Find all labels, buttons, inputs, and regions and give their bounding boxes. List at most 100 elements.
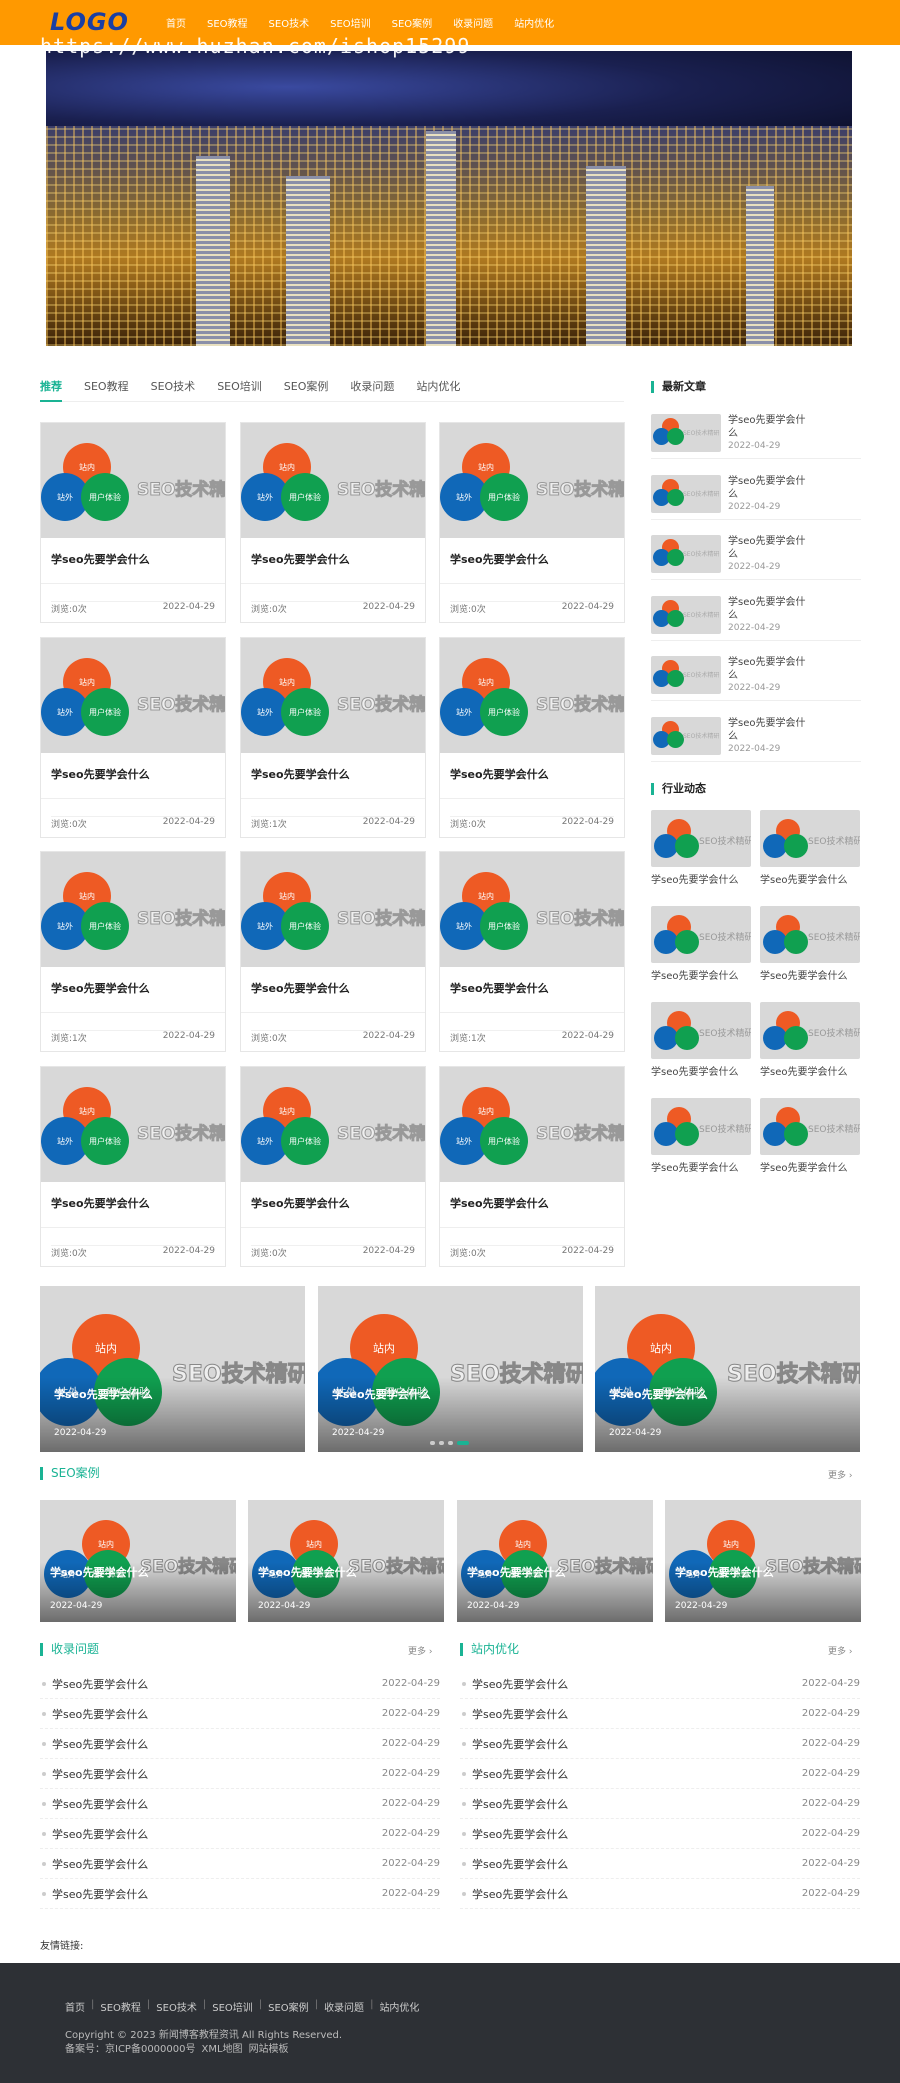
- list-item-title[interactable]: 学seo先要学会什么: [52, 1886, 148, 1902]
- article-title[interactable]: 学seo先要学会什么: [251, 766, 350, 782]
- industry-title[interactable]: 学seo先要学会什么: [651, 1159, 751, 1174]
- latest-item[interactable]: SEO技术精研 学seo先要学会什么 2022-04-29: [651, 412, 861, 459]
- nav-seo-tutorial[interactable]: SEO教程: [207, 15, 248, 30]
- footer-link-seo-cases[interactable]: SEO案例: [268, 1999, 309, 2014]
- tab-indexing[interactable]: 收录问题: [350, 378, 394, 402]
- footer-link-seo-tutorial[interactable]: SEO教程: [100, 1999, 141, 2014]
- latest-title[interactable]: 学seo先要学会什么: [728, 535, 808, 561]
- industry-thumbnail[interactable]: SEO技术精研: [651, 810, 751, 867]
- industry-thumbnail[interactable]: SEO技术精研: [760, 906, 860, 963]
- article-thumbnail[interactable]: 站内站外用户体验SEO技术精研: [241, 1067, 425, 1182]
- tab-recommend[interactable]: 推荐: [40, 378, 62, 402]
- tab-seo-cases[interactable]: SEO案例: [284, 378, 329, 402]
- case-title[interactable]: 学seo先要学会什么: [675, 1564, 774, 1580]
- industry-item[interactable]: SEO技术精研学seo先要学会什么: [760, 1002, 860, 1078]
- list-item[interactable]: 学seo先要学会什么 2022-04-29: [40, 1669, 440, 1699]
- list-item[interactable]: 学seo先要学会什么 2022-04-29: [460, 1879, 860, 1909]
- onsite-more-link[interactable]: 更多 ›: [828, 1644, 852, 1657]
- slide-title[interactable]: 学seo先要学会什么: [609, 1386, 708, 1402]
- list-item-title[interactable]: 学seo先要学会什么: [472, 1766, 568, 1782]
- nav-seo-tech[interactable]: SEO技术: [269, 15, 310, 30]
- article-card[interactable]: 站内站外用户体验SEO技术精研学seo先要学会什么浏览:0次2022-04-29: [439, 1066, 625, 1267]
- industry-item[interactable]: SEO技术精研学seo先要学会什么: [760, 906, 860, 982]
- article-title[interactable]: 学seo先要学会什么: [251, 1195, 350, 1211]
- latest-item[interactable]: SEO技术精研 学seo先要学会什么 2022-04-29: [651, 594, 861, 641]
- latest-title[interactable]: 学seo先要学会什么: [728, 596, 808, 622]
- list-item-title[interactable]: 学seo先要学会什么: [52, 1736, 148, 1752]
- industry-thumbnail[interactable]: SEO技术精研: [651, 1002, 751, 1059]
- footer-link-indexing[interactable]: 收录问题: [324, 1999, 364, 2014]
- article-thumbnail[interactable]: 站内站外用户体验SEO技术精研: [440, 852, 624, 967]
- list-item[interactable]: 学seo先要学会什么 2022-04-29: [40, 1849, 440, 1879]
- industry-title[interactable]: 学seo先要学会什么: [651, 871, 751, 886]
- industry-title[interactable]: 学seo先要学会什么: [760, 967, 860, 982]
- article-card[interactable]: 站内站外用户体验SEO技术精研学seo先要学会什么浏览:0次2022-04-29: [240, 422, 426, 623]
- list-item[interactable]: 学seo先要学会什么 2022-04-29: [40, 1759, 440, 1789]
- article-title[interactable]: 学seo先要学会什么: [51, 551, 150, 567]
- case-card[interactable]: 站内站外用户体验SEO技术精研学seo先要学会什么2022-04-29: [40, 1500, 236, 1622]
- list-item[interactable]: 学seo先要学会什么 2022-04-29: [460, 1669, 860, 1699]
- slide[interactable]: 站内站外用户体验SEO技术精研学seo先要学会什么2022-04-29: [595, 1286, 860, 1452]
- industry-title[interactable]: 学seo先要学会什么: [651, 1063, 751, 1078]
- list-item[interactable]: 学seo先要学会什么 2022-04-29: [460, 1699, 860, 1729]
- list-item-title[interactable]: 学seo先要学会什么: [472, 1826, 568, 1842]
- case-card[interactable]: 站内站外用户体验SEO技术精研学seo先要学会什么2022-04-29: [457, 1500, 653, 1622]
- industry-item[interactable]: SEO技术精研 学seo先要学会什么: [651, 906, 751, 982]
- article-thumbnail[interactable]: 站内站外用户体验SEO技术精研: [241, 638, 425, 753]
- latest-item[interactable]: SEO技术精研 学seo先要学会什么 2022-04-29: [651, 715, 861, 762]
- list-item-title[interactable]: 学seo先要学会什么: [472, 1856, 568, 1872]
- industry-item[interactable]: SEO技术精研学seo先要学会什么: [651, 1002, 751, 1078]
- nav-indexing[interactable]: 收录问题: [453, 15, 493, 30]
- latest-thumbnail[interactable]: SEO技术精研: [651, 716, 721, 755]
- article-title[interactable]: 学seo先要学会什么: [51, 766, 150, 782]
- list-item[interactable]: 学seo先要学会什么 2022-04-29: [460, 1819, 860, 1849]
- article-thumbnail[interactable]: 站内站外用户体验SEO技术精研: [41, 1067, 225, 1182]
- list-item-title[interactable]: 学seo先要学会什么: [472, 1676, 568, 1692]
- industry-item[interactable]: SEO技术精研学seo先要学会什么: [651, 1098, 751, 1174]
- list-item[interactable]: 学seo先要学会什么 2022-04-29: [460, 1759, 860, 1789]
- list-item[interactable]: 学seo先要学会什么 2022-04-29: [40, 1789, 440, 1819]
- article-card[interactable]: 站内站外用户体验SEO技术精研学seo先要学会什么浏览:0次2022-04-29: [240, 851, 426, 1052]
- list-item-title[interactable]: 学seo先要学会什么: [52, 1826, 148, 1842]
- article-card[interactable]: 站内站外用户体验SEO技术精研学seo先要学会什么浏览:1次2022-04-29: [439, 851, 625, 1052]
- slider-dot-active[interactable]: [457, 1441, 469, 1445]
- article-title[interactable]: 学seo先要学会什么: [450, 551, 549, 567]
- industry-thumbnail[interactable]: SEO技术精研: [651, 1098, 751, 1155]
- industry-thumbnail[interactable]: SEO技术精研: [760, 810, 860, 867]
- article-title[interactable]: 学seo先要学会什么: [251, 551, 350, 567]
- article-thumbnail[interactable]: 站内站外用户体验SEO技术精研: [41, 423, 225, 538]
- list-item-title[interactable]: 学seo先要学会什么: [52, 1796, 148, 1812]
- article-thumbnail[interactable]: 站内站外用户体验SEO技术精研: [241, 423, 425, 538]
- hero-banner[interactable]: [46, 51, 852, 346]
- article-title[interactable]: 学seo先要学会什么: [450, 980, 549, 996]
- latest-thumbnail[interactable]: SEO技术精研: [651, 595, 721, 634]
- latest-item[interactable]: SEO技术精研 学seo先要学会什么 2022-04-29: [651, 473, 861, 520]
- case-title[interactable]: 学seo先要学会什么: [258, 1564, 357, 1580]
- article-card[interactable]: 站内站外用户体验SEO技术精研学seo先要学会什么浏览:0次2022-04-29: [40, 637, 226, 838]
- industry-title[interactable]: 学seo先要学会什么: [760, 1159, 860, 1174]
- list-item-title[interactable]: 学seo先要学会什么: [52, 1706, 148, 1722]
- list-item[interactable]: 学seo先要学会什么 2022-04-29: [40, 1819, 440, 1849]
- article-title[interactable]: 学seo先要学会什么: [251, 980, 350, 996]
- latest-title[interactable]: 学seo先要学会什么: [728, 717, 808, 743]
- industry-thumbnail[interactable]: SEO技术精研: [760, 1002, 860, 1059]
- industry-thumbnail[interactable]: SEO技术精研: [651, 906, 751, 963]
- slide[interactable]: 站内站外用户体验SEO技术精研学seo先要学会什么2022-04-29: [318, 1286, 583, 1452]
- article-card[interactable]: 站内站外用户体验SEO技术精研学seo先要学会什么浏览:1次2022-04-29: [240, 637, 426, 838]
- list-item-title[interactable]: 学seo先要学会什么: [472, 1796, 568, 1812]
- slider-dot[interactable]: [430, 1441, 435, 1445]
- tab-onsite[interactable]: 站内优化: [416, 378, 460, 402]
- article-card[interactable]: 站内站外用户体验SEO技术精研学seo先要学会什么浏览:0次2022-04-29: [439, 422, 625, 623]
- industry-item[interactable]: SEO技术精研学seo先要学会什么: [651, 810, 751, 886]
- list-item[interactable]: 学seo先要学会什么 2022-04-29: [40, 1729, 440, 1759]
- list-item[interactable]: 学seo先要学会什么 2022-04-29: [460, 1789, 860, 1819]
- industry-item[interactable]: SEO技术精研 学seo先要学会什么: [760, 810, 860, 886]
- tab-seo-tech[interactable]: SEO技术: [151, 378, 196, 402]
- industry-item[interactable]: SEO技术精研 学seo先要学会什么: [760, 1098, 860, 1174]
- list-item-title[interactable]: 学seo先要学会什么: [472, 1706, 568, 1722]
- list-item-title[interactable]: 学seo先要学会什么: [52, 1676, 148, 1692]
- industry-title[interactable]: 学seo先要学会什么: [760, 1063, 860, 1078]
- slide-title[interactable]: 学seo先要学会什么: [332, 1386, 431, 1402]
- list-item[interactable]: 学seo先要学会什么 2022-04-29: [40, 1879, 440, 1909]
- article-title[interactable]: 学seo先要学会什么: [51, 980, 150, 996]
